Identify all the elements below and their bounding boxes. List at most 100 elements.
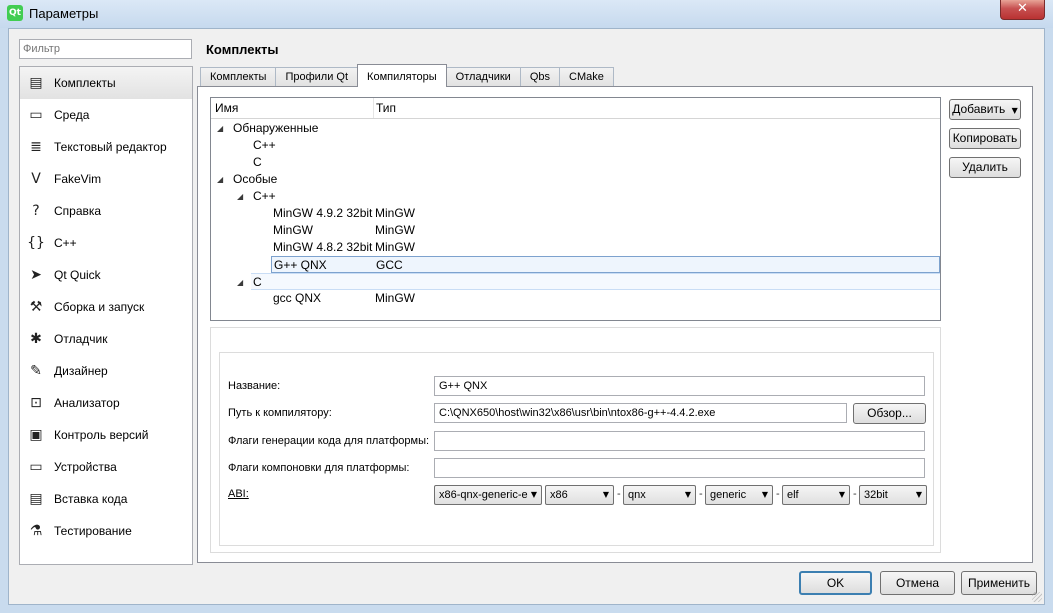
sidebar-item-5[interactable]: {} C++	[20, 227, 192, 259]
sidebar-item-label: Вставка кода	[54, 492, 128, 506]
abi-os-flavor-value: generic	[710, 489, 747, 501]
settings-category-list: ▤ Комплекты ▭ Среда ≣ Текстовый редактор V Fake…	[19, 66, 193, 565]
compiler-path-field[interactable]: C:\QNX650\host\win32\x86\usr\bin\ntox86-…	[434, 403, 847, 423]
pencil-icon: ✎	[30, 363, 42, 379]
ok-button[interactable]: OK	[799, 571, 872, 595]
sidebar-item-1[interactable]: ▭ Среда	[20, 99, 192, 131]
devices-icon: ▭	[29, 459, 43, 475]
tree-row[interactable]: gcc QNX MinGW	[211, 290, 940, 307]
column-divider[interactable]	[373, 98, 374, 118]
close-window-button[interactable]: ✕	[1000, 0, 1045, 20]
sidebar-item-14[interactable]: ⚗ Тестирование	[20, 515, 192, 547]
tab-1[interactable]: Профили Qt	[275, 67, 359, 87]
expand-arrow-icon[interactable]: ◢	[217, 120, 223, 137]
dropdown-arrow-icon: ▼	[838, 490, 845, 499]
tab-4[interactable]: Qbs	[519, 67, 560, 87]
compiler-tree[interactable]: Имя Тип ◢ Обнаруженные C++ C ◢ Особые ◢ C++ MinG…	[210, 97, 941, 321]
sidebar-item-label: Дизайнер	[54, 364, 108, 378]
abi-preset-select[interactable]: x86-qnx-generic-e ▼	[434, 485, 542, 505]
sidebar-item-label: Справка	[54, 204, 102, 218]
tree-row-name: MinGW	[273, 223, 313, 237]
abi-architecture-select[interactable]: x86 ▼	[545, 485, 614, 505]
version-control-icon: ▣	[29, 427, 43, 443]
tree-row[interactable]: ◢ Обнаруженные	[211, 120, 940, 137]
window-title: Параметры	[29, 6, 99, 21]
expand-arrow-icon[interactable]: ◢	[237, 274, 243, 291]
tab-3[interactable]: Отладчики	[445, 67, 521, 87]
sidebar-item-12[interactable]: ▭ Устройства	[20, 451, 192, 483]
bug-icon: ✱	[30, 331, 42, 347]
add-button[interactable]: Добавить ▼	[949, 99, 1021, 120]
tab-2[interactable]: Компиляторы	[357, 64, 447, 87]
sidebar-item-4[interactable]: ? Справка	[20, 195, 192, 227]
sidebar-item-9[interactable]: ✎ Дизайнер	[20, 355, 192, 387]
abi-preset-value: x86-qnx-generic-e	[439, 489, 528, 501]
platform-linker-flags-field[interactable]	[434, 458, 925, 478]
sidebar-item-label: C++	[54, 236, 77, 250]
tree-row[interactable]: MinGW MinGW	[211, 222, 940, 239]
tree-row-name: C++	[253, 138, 276, 152]
abi-binary-format-value: elf	[787, 489, 799, 501]
dropdown-arrow-icon: ▼	[684, 490, 691, 499]
copy-button[interactable]: Копировать	[949, 128, 1021, 149]
hammer-icon: ⚒	[29, 299, 43, 315]
tree-row-name: G++ QNX	[274, 258, 327, 272]
sidebar-item-label: Контроль версий	[54, 428, 149, 442]
abi-separator: -	[699, 488, 703, 500]
sidebar-item-8[interactable]: ✱ Отладчик	[20, 323, 192, 355]
column-type-header[interactable]: Тип	[376, 101, 396, 115]
dropdown-arrow-icon: ▼	[530, 490, 537, 499]
cancel-button[interactable]: Отмена	[880, 571, 955, 595]
sidebar-item-13[interactable]: ▤ Вставка кода	[20, 483, 192, 515]
tree-row[interactable]: MinGW 4.8.2 32bit MinGW	[211, 239, 940, 256]
tree-row[interactable]: ◢ C	[237, 273, 940, 290]
sidebar-item-label: Тестирование	[54, 524, 132, 538]
sidebar-item-3[interactable]: V FakeVim	[20, 163, 192, 195]
qt-creator-icon: Qt	[7, 5, 23, 21]
fakevim-icon: V	[31, 171, 41, 187]
abi-binary-format-select[interactable]: elf ▼	[782, 485, 850, 505]
tree-row-name: gcc QNX	[273, 291, 322, 305]
tree-row[interactable]: G++ QNX GCC	[271, 256, 940, 273]
tree-row[interactable]: C++	[211, 137, 940, 154]
sidebar-item-label: Сборка и запуск	[54, 300, 145, 314]
chevron-down-icon: ▼	[1011, 106, 1018, 115]
browse-button[interactable]: Обзор...	[853, 403, 926, 424]
tab-5[interactable]: CMake	[559, 67, 614, 87]
name-field[interactable]: G++ QNX	[434, 376, 925, 396]
sidebar-item-label: Среда	[54, 108, 90, 122]
sidebar-item-label: Устройства	[54, 460, 117, 474]
sidebar-item-11[interactable]: ▣ Контроль версий	[20, 419, 192, 451]
compiler-details-group: Название: G++ QNX Путь к компилятору: C:…	[219, 352, 934, 546]
sidebar-item-7[interactable]: ⚒ Сборка и запуск	[20, 291, 192, 323]
abi-separator: -	[617, 488, 621, 500]
sidebar-item-0[interactable]: ▤ Комплекты	[20, 67, 192, 99]
abi-word-width-select[interactable]: 32bit ▼	[859, 485, 927, 505]
resize-grip[interactable]	[1032, 592, 1042, 602]
sidebar-item-label: Текстовый редактор	[54, 140, 167, 154]
tree-row[interactable]: ◢ Особые	[211, 171, 940, 188]
sidebar-item-label: Анализатор	[54, 396, 120, 410]
expand-arrow-icon[interactable]: ◢	[217, 171, 223, 188]
remove-button[interactable]: Удалить	[949, 157, 1021, 178]
sidebar-item-10[interactable]: ⊡ Анализатор	[20, 387, 192, 419]
tree-row[interactable]: MinGW 4.9.2 32bit MinGW	[211, 205, 940, 222]
column-name-header[interactable]: Имя	[215, 101, 238, 115]
filter-input[interactable]	[19, 39, 192, 59]
dropdown-arrow-icon: ▼	[761, 490, 768, 499]
help-icon: ?	[32, 203, 40, 219]
tree-row[interactable]: C	[211, 154, 940, 171]
platform-codegen-flags-field[interactable]	[434, 431, 925, 451]
tab-0[interactable]: Комплекты	[200, 67, 277, 87]
sidebar-item-6[interactable]: ➤ Qt Quick	[20, 259, 192, 291]
monitor-icon: ▭	[29, 107, 43, 123]
apply-button[interactable]: Применить	[961, 571, 1037, 595]
code-paste-icon: ▤	[29, 491, 43, 507]
expand-arrow-icon[interactable]: ◢	[237, 188, 243, 205]
abi-os-value: qnx	[628, 489, 646, 501]
abi-os-select[interactable]: qnx ▼	[623, 485, 696, 505]
dropdown-arrow-icon: ▼	[915, 490, 922, 499]
tree-row[interactable]: ◢ C++	[211, 188, 940, 205]
abi-os-flavor-select[interactable]: generic ▼	[705, 485, 773, 505]
sidebar-item-2[interactable]: ≣ Текстовый редактор	[20, 131, 192, 163]
